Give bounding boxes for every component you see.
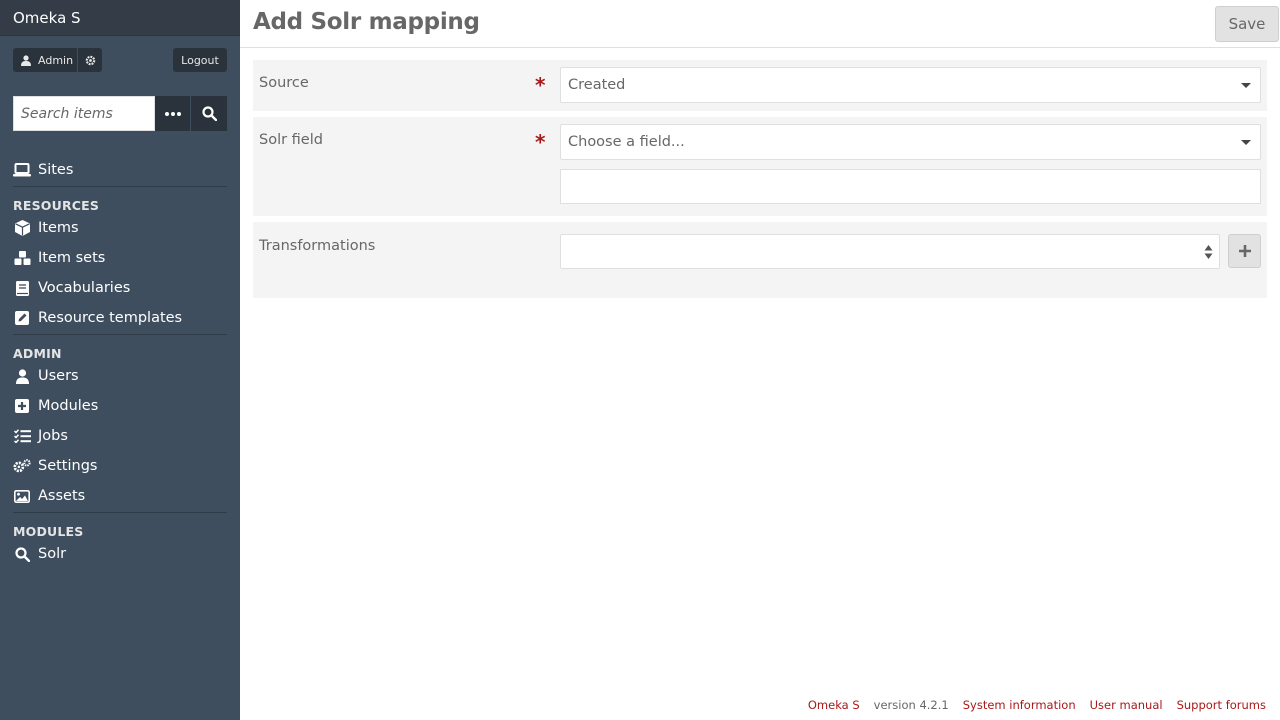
chevron-down-icon (1241, 140, 1251, 145)
source-select-value: Created (568, 77, 626, 93)
page-header: Add Solr mapping Save (240, 0, 1280, 48)
nav-section-admin: ADMIN (13, 346, 62, 361)
nav-modules-label: Modules (38, 398, 99, 414)
nav-item-sets[interactable]: Item sets (13, 243, 227, 273)
main-navigation: Sites RESOURCES Items Item sets Vocabula… (13, 155, 227, 569)
transformations-label: Transformations (259, 238, 376, 254)
sort-arrows-icon (1204, 245, 1213, 259)
nav-users-label: Users (38, 368, 79, 384)
nav-assets-label: Assets (38, 488, 86, 504)
add-transformation-button[interactable] (1228, 234, 1261, 268)
footer-version: version 4.2.1 (873, 698, 949, 712)
user-bar: Admin Logout (13, 48, 227, 72)
nav-jobs[interactable]: Jobs (13, 421, 227, 451)
nav-divider (13, 512, 227, 513)
user-settings-button[interactable] (78, 48, 102, 72)
tasks-icon (13, 428, 31, 444)
nav-sites[interactable]: Sites (13, 155, 227, 185)
solr-field-field: Solr field * Choose a field... (253, 117, 1267, 216)
footer-omeka-link[interactable]: Omeka S (808, 698, 860, 712)
search-submit-button[interactable] (191, 96, 227, 131)
nav-sites-label: Sites (38, 162, 74, 178)
search-icon (13, 546, 31, 562)
nav-users[interactable]: Users (13, 361, 227, 391)
nav-vocabularies-label: Vocabularies (38, 280, 131, 296)
cubes-icon (13, 250, 31, 266)
image-icon (13, 488, 31, 504)
nav-section-modules: MODULES (13, 524, 84, 539)
chevron-down-icon (1241, 83, 1251, 88)
transformations-field: Transformations (253, 222, 1267, 298)
ellipsis-icon (164, 111, 181, 116)
advanced-search-button[interactable] (155, 96, 191, 131)
nav-divider (13, 334, 227, 335)
gear-icon (85, 55, 95, 65)
nav-assets[interactable]: Assets (13, 481, 227, 511)
book-icon (13, 280, 31, 296)
plus-square-icon (13, 398, 31, 414)
solr-field-custom-input[interactable] (560, 169, 1261, 204)
nav-settings-label: Settings (38, 458, 98, 474)
laptop-icon (13, 162, 31, 178)
page-title: Add Solr mapping (253, 9, 480, 35)
user-name: Admin (38, 53, 74, 67)
source-field: Source * Created (253, 60, 1267, 111)
source-label: Source (259, 75, 309, 91)
nav-items[interactable]: Items (13, 213, 227, 243)
nav-resource-templates-label: Resource templates (38, 310, 183, 326)
nav-solr[interactable]: Solr (13, 539, 227, 569)
required-indicator: * (535, 130, 546, 154)
nav-divider (13, 186, 227, 187)
nav-settings[interactable]: Settings (13, 451, 227, 481)
search-input[interactable] (13, 96, 155, 131)
nav-section-resources: RESOURCES (13, 198, 100, 213)
search-form (13, 96, 227, 131)
user-profile-button[interactable]: Admin (13, 48, 77, 72)
nav-resource-templates[interactable]: Resource templates (13, 303, 227, 333)
user-icon (21, 54, 31, 66)
nav-item-sets-label: Item sets (38, 250, 106, 266)
solr-field-label: Solr field (259, 132, 323, 148)
solr-field-select[interactable]: Choose a field... (560, 124, 1261, 160)
page-footer: Omeka S version 4.2.1 System information… (808, 698, 1266, 712)
edit-icon (13, 310, 31, 326)
nav-vocabularies[interactable]: Vocabularies (13, 273, 227, 303)
footer-system-info-link[interactable]: System information (963, 698, 1076, 712)
user-icon (13, 368, 31, 384)
nav-solr-label: Solr (38, 546, 67, 562)
plus-icon (1238, 245, 1251, 257)
cogs-icon (13, 458, 31, 474)
sidebar: Omeka S Admin Logout Sites RESOURCES Ite… (0, 0, 240, 720)
nav-modules[interactable]: Modules (13, 391, 227, 421)
save-button[interactable]: Save (1215, 6, 1279, 42)
nav-items-label: Items (38, 220, 79, 236)
nav-jobs-label: Jobs (38, 428, 68, 444)
logout-button[interactable]: Logout (173, 48, 227, 72)
solr-field-select-value: Choose a field... (568, 134, 685, 150)
required-indicator: * (535, 73, 546, 97)
search-icon (201, 106, 217, 121)
brand-link[interactable]: Omeka S (0, 0, 240, 36)
footer-support-forums-link[interactable]: Support forums (1177, 698, 1266, 712)
transformations-select[interactable] (560, 234, 1220, 269)
footer-user-manual-link[interactable]: User manual (1090, 698, 1163, 712)
source-select[interactable]: Created (560, 67, 1261, 103)
cube-icon (13, 220, 31, 236)
